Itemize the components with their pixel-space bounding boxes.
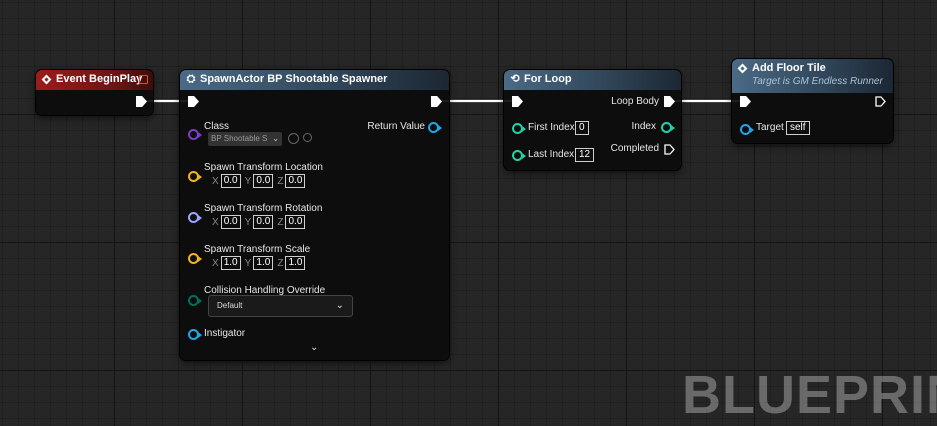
event-diamond-icon (41, 74, 52, 85)
function-diamond-icon (737, 63, 748, 74)
z-axis-label: Z (277, 175, 284, 187)
exec-output-pin[interactable] (136, 96, 147, 107)
add-floor-tile-node[interactable]: Add Floor Tile Target is GM Endless Runn… (732, 59, 893, 143)
location-z-field[interactable]: 0.0 (285, 174, 306, 188)
target-label: Target (756, 122, 784, 133)
index-pin[interactable] (661, 122, 675, 133)
last-index-pin[interactable] (512, 150, 526, 161)
scale-z-field[interactable]: 1.0 (285, 256, 306, 270)
event-stop-icon (139, 75, 148, 84)
spawn-actor-node[interactable]: ⛭ SpawnActor BP Shootable Spawner Class … (180, 70, 449, 360)
x-axis-label: X (212, 257, 219, 269)
loop-body-pin[interactable] (664, 96, 675, 107)
location-x-field[interactable]: 0.0 (220, 174, 241, 188)
chevron-down-icon: ⌄ (335, 300, 344, 311)
scale-y-field[interactable]: 1.0 (253, 256, 274, 270)
completed-label: Completed (610, 143, 659, 154)
search-icon[interactable] (303, 133, 312, 142)
first-index-pin[interactable] (512, 123, 526, 134)
y-axis-label: Y (244, 257, 252, 269)
spawn-actor-title: SpawnActor BP Shootable Spawner (200, 73, 388, 85)
z-axis-label: Z (277, 216, 284, 228)
completed-pin[interactable] (664, 144, 675, 155)
z-axis-label: Z (277, 257, 284, 269)
scale-x-field[interactable]: 1.0 (220, 256, 241, 270)
add-floor-tile-title: Add Floor Tile (752, 62, 826, 74)
rotation-z-field[interactable]: 0.0 (285, 215, 306, 229)
first-index-field[interactable]: 0 (575, 121, 589, 135)
scale-label: Spawn Transform Scale (204, 244, 311, 255)
collision-dropdown-value: Default (217, 301, 243, 310)
scale-vector: X 1.0 Y 1.0 Z 1.0 (208, 256, 306, 270)
return-value-pin[interactable] (428, 122, 442, 133)
for-loop-header[interactable]: ⟲ For Loop (504, 70, 681, 90)
spawn-actor-header[interactable]: ⛭ SpawnActor BP Shootable Spawner (180, 70, 449, 90)
scale-pin[interactable] (188, 253, 202, 264)
class-select[interactable]: BP Shootable S ⌄ (208, 132, 282, 146)
browse-icon[interactable] (288, 133, 299, 144)
exec-input-pin[interactable] (188, 96, 199, 107)
for-loop-title: For Loop (524, 73, 572, 85)
location-vector: X 0.0 Y 0.0 Z 0.0 (208, 174, 306, 188)
instigator-label: Instigator (204, 328, 246, 339)
event-begin-play-node[interactable]: Event BeginPlay (36, 70, 153, 115)
x-axis-label: X (212, 216, 219, 228)
collision-pin[interactable] (188, 295, 202, 306)
event-begin-play-header[interactable]: Event BeginPlay (36, 70, 153, 90)
instigator-pin[interactable] (188, 329, 202, 340)
y-axis-label: Y (244, 216, 252, 228)
target-pin[interactable] (740, 124, 754, 135)
location-label: Spawn Transform Location (204, 162, 323, 173)
add-floor-tile-subtitle: Target is GM Endless Runner (752, 76, 883, 87)
exec-output-pin[interactable] (875, 96, 886, 107)
class-pin[interactable] (188, 129, 202, 140)
target-field[interactable]: self (786, 121, 810, 135)
index-label: Index (631, 121, 656, 132)
add-floor-tile-header[interactable]: Add Floor Tile Target is GM Endless Runn… (732, 59, 893, 93)
class-label: Class (204, 121, 230, 132)
chevron-down-icon: ⌄ (272, 134, 279, 143)
expand-chevron-icon[interactable]: ⌄ (310, 342, 318, 353)
location-y-field[interactable]: 0.0 (253, 174, 274, 188)
rotation-label: Spawn Transform Rotation (204, 203, 323, 214)
class-select-value: BP Shootable S (211, 134, 268, 143)
loop-body-label: Loop Body (611, 96, 659, 107)
for-loop-node[interactable]: ⟲ For Loop Loop Body First Index 0 Index… (504, 70, 681, 170)
loop-icon: ⟲ (510, 73, 520, 85)
exec-input-pin[interactable] (740, 96, 751, 107)
rotation-pin[interactable] (188, 212, 202, 223)
y-axis-label: Y (244, 175, 252, 187)
collision-dropdown[interactable]: Default ⌄ (208, 295, 353, 317)
rotation-vector: X 0.0 Y 0.0 Z 0.0 (208, 215, 306, 229)
return-value-label: Return Value (367, 121, 425, 132)
location-pin[interactable] (188, 171, 202, 182)
exec-output-pin[interactable] (431, 96, 442, 107)
rotation-x-field[interactable]: 0.0 (220, 215, 241, 229)
x-axis-label: X (212, 175, 219, 187)
spawn-function-icon: ⛭ (186, 73, 196, 85)
blueprint-watermark: BLUEPRIN (682, 365, 937, 425)
last-index-label: Last Index (528, 149, 575, 160)
first-index-label: First Index (528, 122, 575, 133)
rotation-y-field[interactable]: 0.0 (253, 215, 274, 229)
last-index-field[interactable]: 12 (575, 148, 595, 162)
event-begin-play-title: Event BeginPlay (56, 73, 143, 85)
exec-input-pin[interactable] (512, 96, 523, 107)
